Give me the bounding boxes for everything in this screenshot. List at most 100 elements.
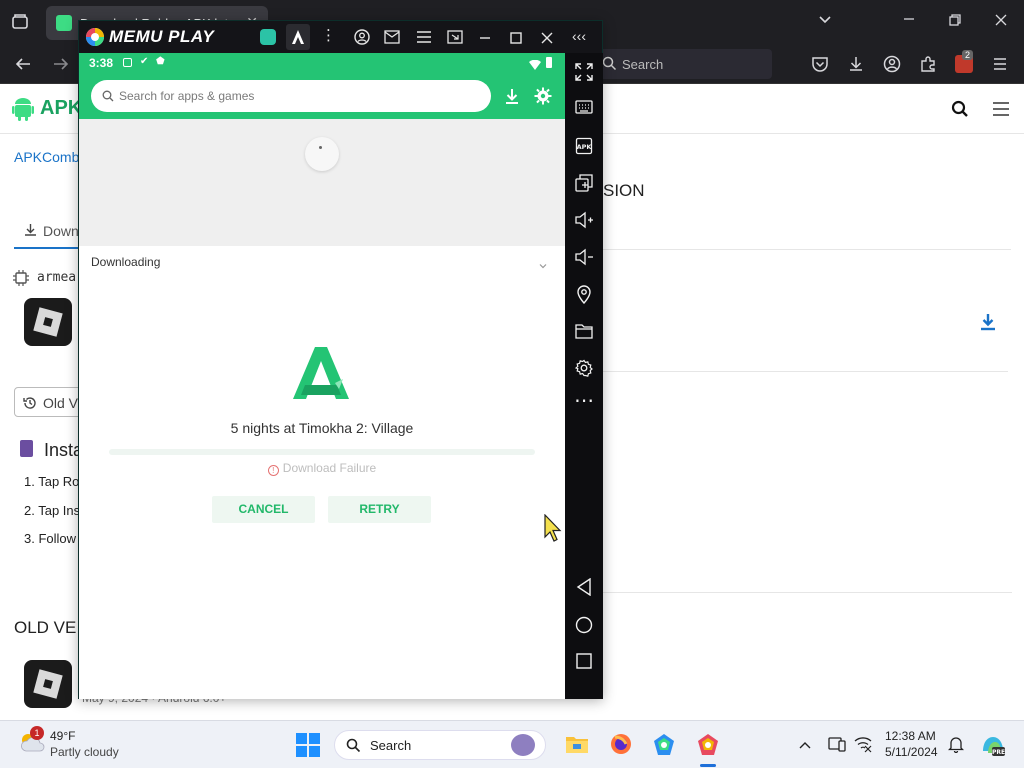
app-settings-gear-icon[interactable] — [534, 87, 552, 110]
old-versions-button[interactable]: Old V — [14, 387, 82, 417]
android-back-icon[interactable] — [565, 577, 603, 599]
multi-window-icon[interactable] — [565, 174, 603, 195]
chip-icon — [13, 270, 29, 291]
extension-badge: 2 — [962, 50, 974, 60]
memu-minimize-icon[interactable] — [479, 31, 491, 49]
browser-search-placeholder: Search — [622, 57, 664, 72]
taskbar-search-icon — [346, 738, 361, 758]
menu-hamburger-icon[interactable] — [992, 56, 1008, 77]
memu-logo-icon — [85, 27, 105, 52]
volume-up-icon[interactable] — [565, 211, 603, 232]
folder-icon[interactable] — [565, 323, 603, 342]
chevron-down-icon[interactable] — [538, 258, 548, 276]
notifications-bell-icon[interactable] — [947, 735, 965, 758]
downloading-label: Downloading — [91, 255, 161, 269]
more-options-icon[interactable]: ⋯ — [565, 391, 603, 411]
roblox-old-version-icon[interactable] — [24, 660, 72, 708]
android-status-bar: 3:38 ✔ ⬟ — [79, 53, 565, 73]
memu-mail-icon[interactable] — [384, 30, 400, 49]
fullscreen-icon[interactable] — [565, 63, 603, 84]
tab-download[interactable]: Down — [43, 223, 79, 239]
location-pin-icon[interactable] — [565, 284, 603, 307]
phone-link-icon[interactable] — [828, 735, 846, 758]
tabs-divider — [603, 249, 1011, 250]
page-title-fragment: SION — [603, 181, 645, 200]
search-icon — [602, 56, 617, 76]
memu-multi-taskbar-icon[interactable] — [652, 733, 676, 762]
memu-account-icon[interactable] — [354, 29, 370, 50]
app-search-placeholder: Search for apps & games — [119, 89, 255, 103]
minimize-icon[interactable] — [902, 12, 916, 29]
copilot-icon[interactable]: PRE — [980, 733, 1006, 762]
memu-menu-icon[interactable] — [416, 30, 432, 49]
android-recents-icon[interactable] — [565, 653, 603, 672]
retry-button[interactable]: RETRY — [328, 496, 431, 523]
close-window-icon[interactable] — [994, 13, 1008, 30]
svg-text:PRE: PRE — [992, 749, 1005, 756]
memu-maximize-icon[interactable] — [510, 31, 522, 49]
apkpure-logo-icon — [291, 345, 351, 401]
svg-text:APK: APK — [577, 143, 593, 151]
site-logo-text[interactable]: APK — [40, 97, 82, 120]
status-notification-icon — [123, 58, 132, 67]
phone-emoji-icon — [20, 440, 33, 457]
windows-taskbar: 1 49°F Partly cloudy Search 12:38 AM 5/1… — [0, 720, 1024, 768]
pocket-icon[interactable] — [811, 55, 829, 78]
search-highlight-icon — [511, 734, 535, 756]
download-tab-icon — [24, 223, 37, 241]
tab-favicon-icon — [56, 15, 72, 31]
row-divider — [603, 371, 1008, 372]
memu-close-icon[interactable] — [541, 31, 553, 49]
android-screen: 3:38 ✔ ⬟ Search for apps & games Downloa… — [79, 53, 565, 699]
cancel-button[interactable]: CANCEL — [212, 496, 315, 523]
breadcrumb[interactable]: APKCombo — [14, 149, 87, 165]
section-divider — [603, 592, 1012, 593]
account-icon[interactable] — [883, 55, 901, 78]
app-download-icon[interactable] — [504, 88, 520, 110]
active-app-indicator — [700, 764, 716, 767]
volume-down-icon[interactable] — [565, 248, 603, 269]
show-hidden-icons-chevron[interactable] — [798, 737, 812, 755]
browser-search-box[interactable]: Search — [594, 49, 772, 79]
tab-list-chevron-icon[interactable] — [818, 13, 832, 30]
firefox-icon[interactable] — [610, 733, 632, 760]
download-button-icon[interactable] — [978, 312, 998, 337]
settings-gear-icon[interactable] — [565, 359, 603, 380]
memu-multi-instance-icon[interactable] — [260, 29, 276, 45]
extensions-icon[interactable] — [919, 55, 937, 78]
taskbar-search-box[interactable]: Search — [334, 730, 546, 760]
mouse-cursor-icon — [544, 513, 562, 547]
site-search-icon[interactable] — [951, 100, 969, 123]
app-search-bar[interactable]: Search for apps & games — [91, 80, 491, 112]
install-step-2: 2. Tap Ins — [24, 503, 81, 518]
memu-collapse-sidebar-icon[interactable]: ‹‹‹ — [572, 29, 586, 43]
install-step-3: 3. Follow — [24, 531, 77, 546]
memu-titlebar: MEMU PLAY ⋮ ‹‹‹ — [79, 21, 602, 53]
network-icon[interactable] — [854, 735, 872, 758]
forward-arrow-icon[interactable] — [52, 55, 70, 76]
memu-taskbar-icon[interactable] — [696, 733, 720, 762]
android-home-icon[interactable] — [565, 616, 603, 637]
clock-time[interactable]: 12:38 AM — [885, 729, 936, 743]
clock-date[interactable]: 5/11/2024 — [885, 745, 938, 759]
restore-icon[interactable] — [948, 13, 962, 30]
apkpure-app-bar: Search for apps & games — [79, 73, 565, 119]
back-arrow-icon[interactable] — [14, 55, 32, 76]
apkpure-tab-icon[interactable] — [286, 24, 310, 50]
weather-badge: 1 — [30, 726, 44, 740]
weather-description[interactable]: Partly cloudy — [50, 745, 119, 759]
file-explorer-icon[interactable] — [565, 734, 589, 759]
error-icon: ! — [267, 465, 279, 476]
download-status-text: Download Failure — [282, 461, 377, 475]
memu-fullscreen-toggle-icon[interactable] — [447, 30, 463, 49]
roblox-app-icon[interactable] — [24, 298, 72, 346]
weather-temp[interactable]: 49°F — [50, 729, 75, 743]
apk-install-icon[interactable]: APK — [565, 137, 603, 158]
windows-start-icon[interactable] — [296, 733, 320, 762]
keyboard-icon[interactable] — [565, 100, 603, 117]
downloads-icon[interactable] — [847, 55, 865, 78]
memu-more-icon[interactable]: ⋮ — [321, 28, 336, 43]
site-menu-icon[interactable] — [992, 101, 1010, 122]
tab-overview-icon[interactable] — [11, 13, 29, 34]
download-status: ! Download Failure — [79, 461, 565, 476]
